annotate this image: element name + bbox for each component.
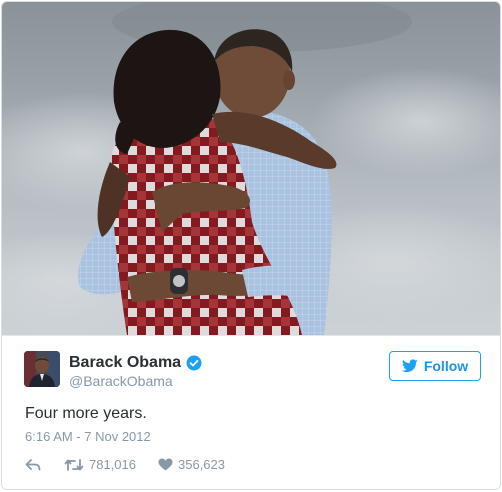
author-avatar[interactable] xyxy=(24,351,60,387)
heart-icon xyxy=(158,458,173,471)
retweet-button[interactable]: 781,016 xyxy=(64,457,136,472)
retweet-icon xyxy=(64,458,84,472)
author-display-name[interactable]: Barack Obama xyxy=(69,354,181,372)
author-avatar-image xyxy=(24,351,60,387)
retweet-count: 781,016 xyxy=(89,457,136,472)
verified-badge-icon xyxy=(186,355,202,371)
reply-button[interactable] xyxy=(25,458,41,472)
like-button[interactable]: 356,623 xyxy=(158,457,225,472)
tweet-timestamp[interactable]: 6:16 AM - 7 Nov 2012 xyxy=(25,429,151,445)
reply-icon xyxy=(25,458,41,472)
tweet-body: Barack Obama @BarackObama Follow Four mo… xyxy=(2,335,500,489)
tweet-actions: 781,016 356,623 xyxy=(25,457,225,472)
tweet-photo[interactable] xyxy=(2,2,500,335)
embrace-photo-image xyxy=(2,2,500,335)
author-handle[interactable]: @BarackObama xyxy=(69,373,173,389)
follow-label: Follow xyxy=(423,358,469,374)
follow-button[interactable]: Follow xyxy=(389,351,481,381)
twitter-bird-icon xyxy=(401,359,418,373)
author-name-row[interactable]: Barack Obama xyxy=(69,354,202,372)
like-count: 356,623 xyxy=(178,457,225,472)
embedded-tweet-card: Barack Obama @BarackObama Follow Four mo… xyxy=(1,1,501,490)
tweet-text: Four more years. xyxy=(25,405,147,422)
